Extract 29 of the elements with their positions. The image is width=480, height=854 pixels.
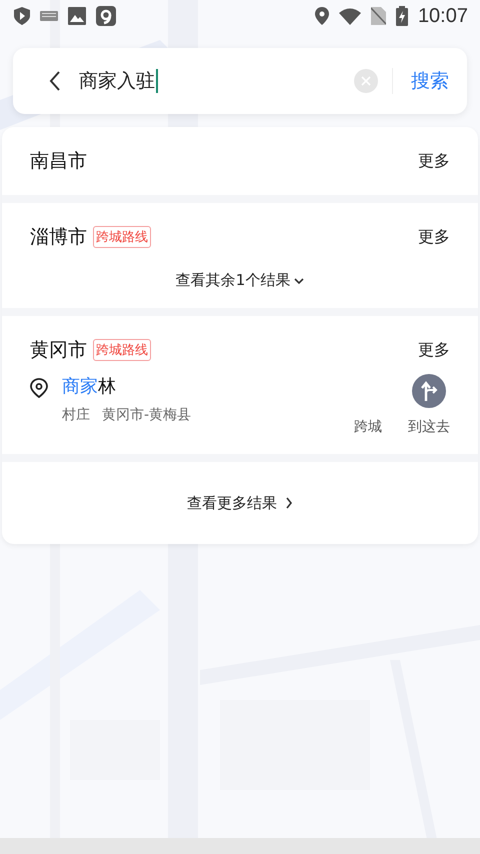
more-link[interactable]: 更多 xyxy=(418,150,450,172)
chevron-down-icon xyxy=(294,276,304,284)
more-results-link[interactable]: 查看更多结果 xyxy=(187,494,293,512)
search-field[interactable]: 商家入驻 xyxy=(79,68,158,94)
search-button[interactable]: 搜索 xyxy=(411,68,449,94)
chevron-right-icon xyxy=(285,497,293,509)
cross-city-button[interactable]: 跨城 xyxy=(354,418,382,436)
show-more-results-link[interactable]: 查看其余1个结果 xyxy=(176,271,304,308)
place-region: 黄冈市-黄梅县 xyxy=(102,406,192,424)
shield-icon xyxy=(14,7,30,25)
city-name: 淄博市 xyxy=(30,225,87,250)
keyboard-icon xyxy=(40,11,58,21)
back-icon[interactable] xyxy=(49,71,61,91)
place-type: 村庄 xyxy=(62,406,90,424)
more-link[interactable]: 更多 xyxy=(418,226,450,248)
pin-icon xyxy=(30,378,48,398)
clock-time: 10:07 xyxy=(418,4,468,28)
battery-icon xyxy=(396,6,408,26)
place-name[interactable]: 商家林 xyxy=(62,374,354,398)
more-link[interactable]: 更多 xyxy=(418,340,450,360)
cross-city-tag: 跨城路线 xyxy=(93,339,151,361)
city-name: 黄冈市 xyxy=(30,338,87,363)
city-name: 南昌市 xyxy=(30,149,87,174)
wifi-icon xyxy=(338,8,361,24)
image-icon xyxy=(68,7,86,25)
cross-city-tag: 跨城路线 xyxy=(93,226,151,248)
location-icon xyxy=(314,7,329,25)
go-here-button[interactable]: 到这去 xyxy=(408,374,450,436)
app-icon xyxy=(96,6,116,26)
